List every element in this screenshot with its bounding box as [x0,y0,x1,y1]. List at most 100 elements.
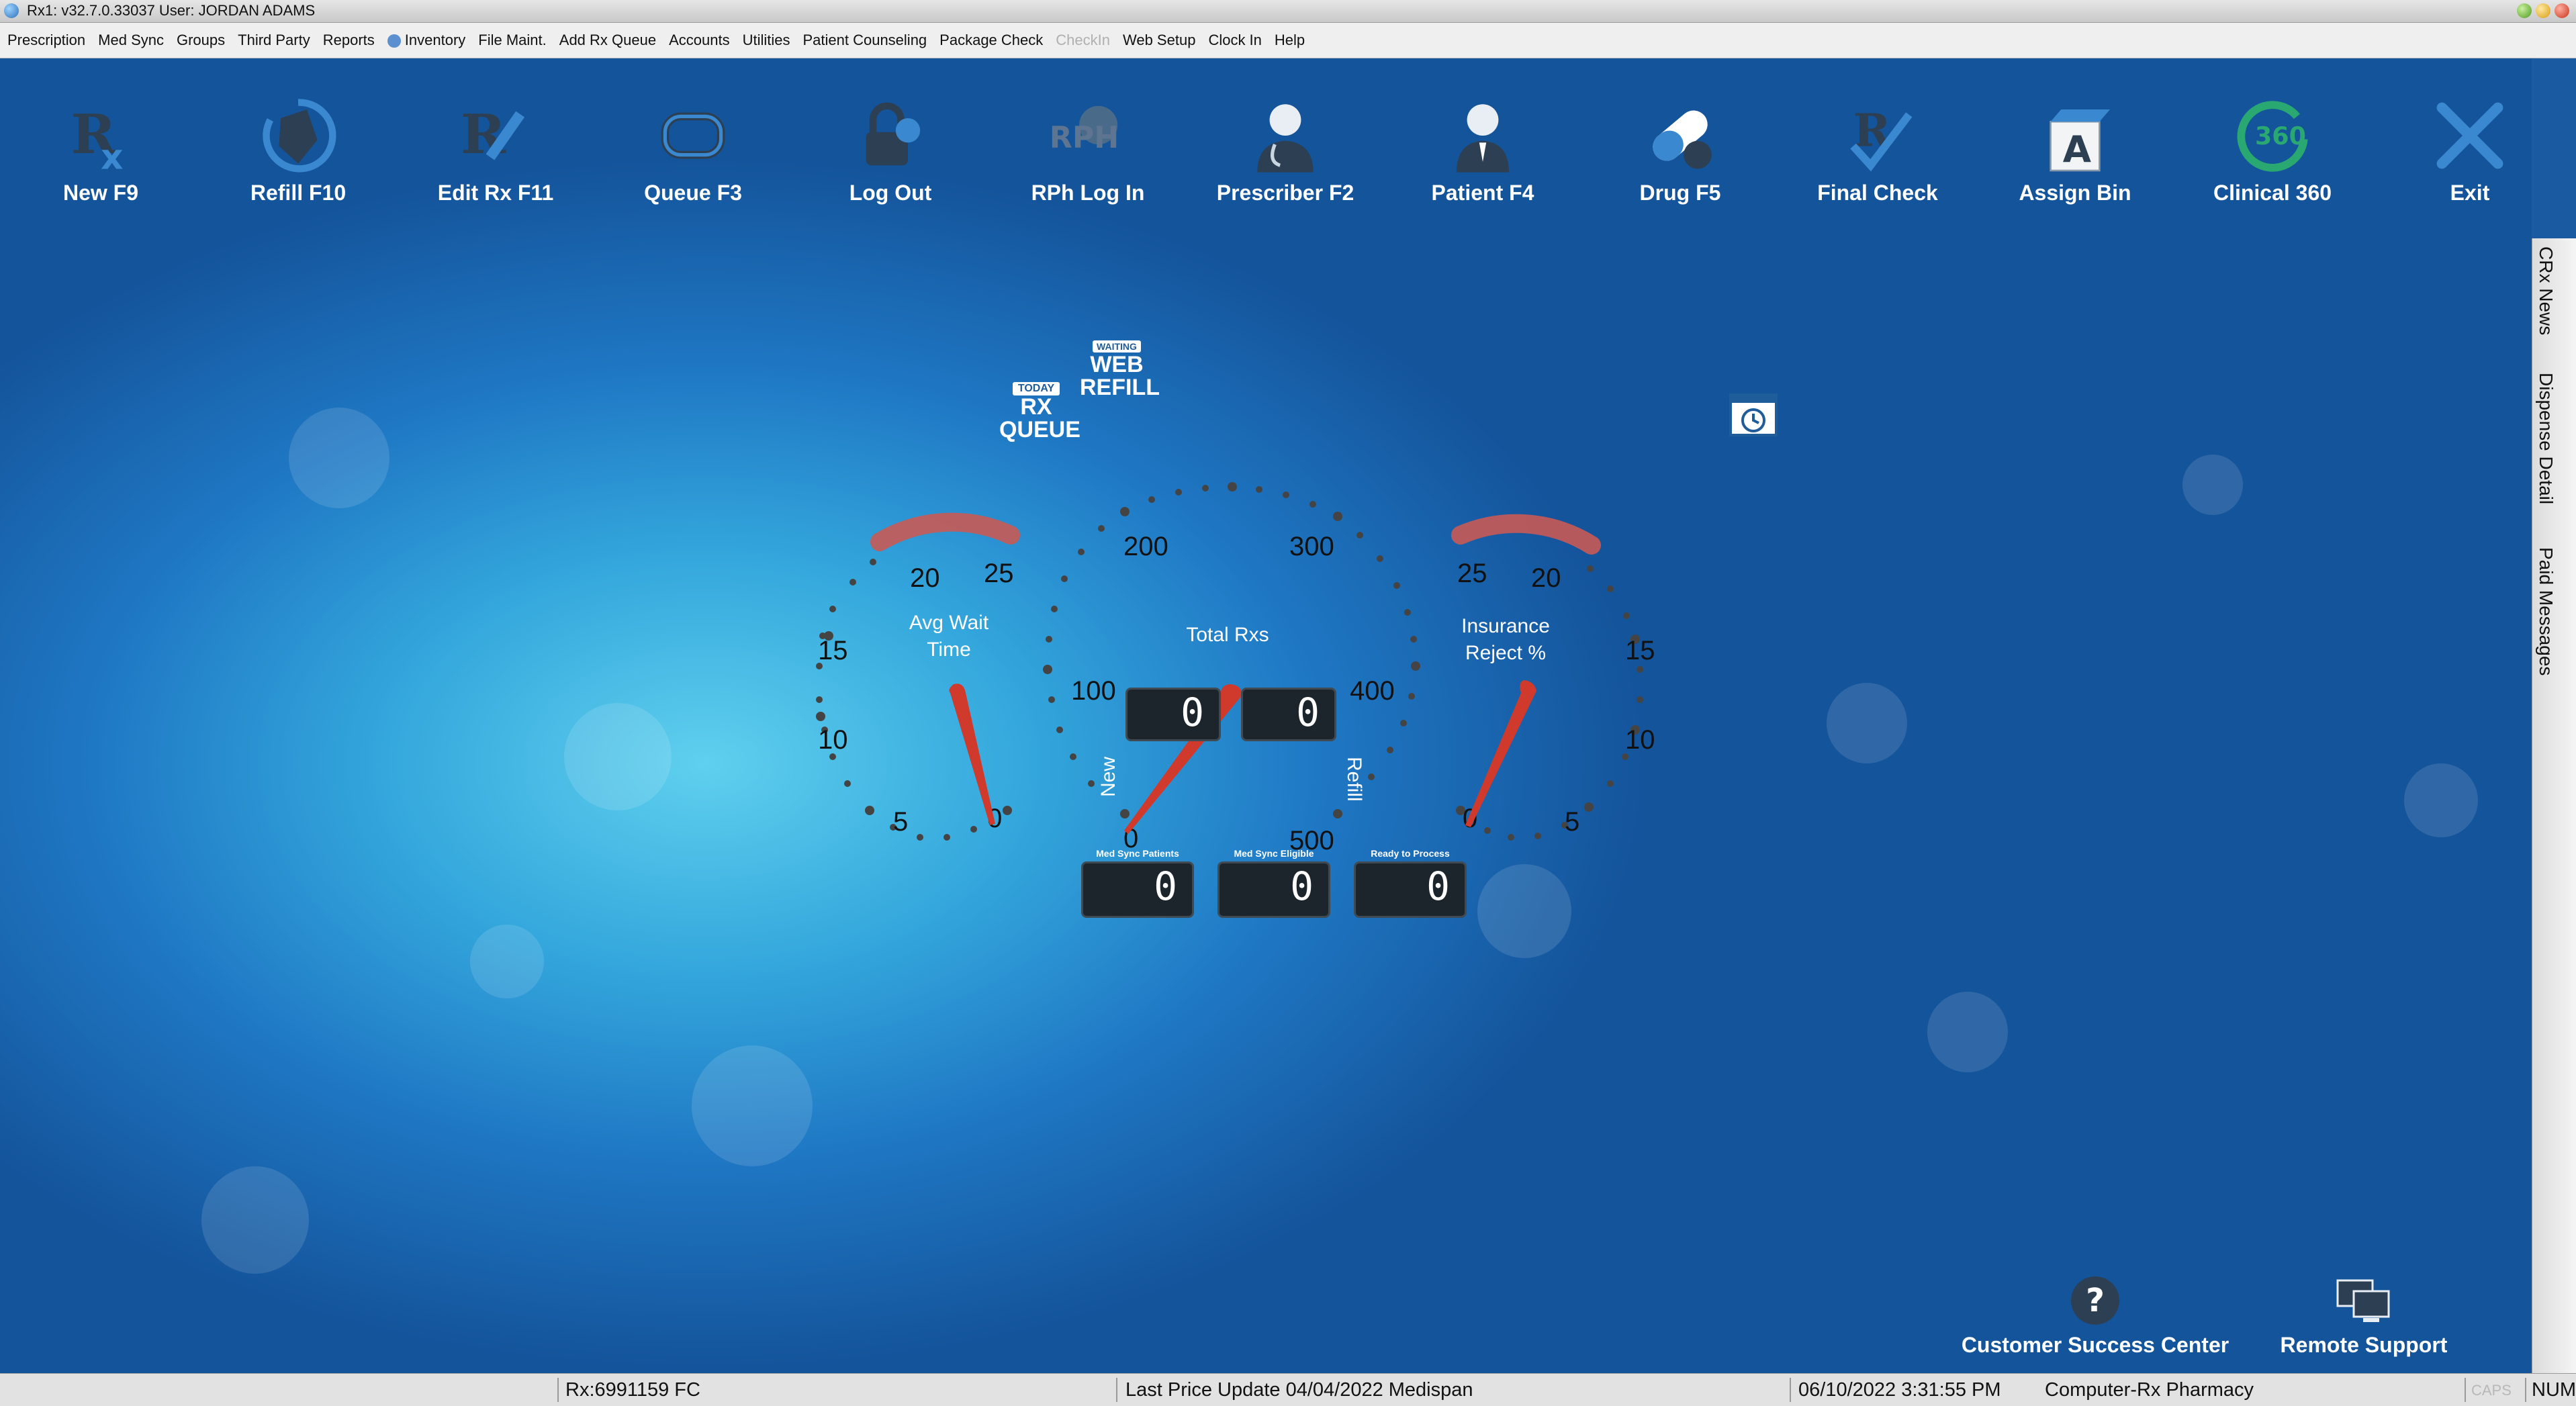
med-sync-patients-display[interactable]: 0 [1081,861,1194,918]
insurance-tick-5: 5 [1565,807,1579,837]
menu-groups[interactable]: Groups [177,32,225,49]
bokeh-light [692,1045,813,1166]
new-rx-icon: R x [71,103,124,177]
prescriber-button[interactable]: Prescriber F2 [1205,92,1366,205]
exit-button[interactable]: Exit [2389,92,2532,205]
svg-text:RPH: RPH [1050,121,1119,155]
insurance-tick-20: 20 [1531,563,1561,593]
avg-wait-tick-20: 20 [910,563,940,593]
title-bar: Rx1: v32.7.0.33037 User: JORDAN ADAMS [0,0,2576,23]
tab-paid-messages[interactable]: Paid Messages [2535,547,2557,675]
menu-file-maint[interactable]: File Maint. [478,32,546,49]
refill-icon [263,99,336,173]
menu-inventory-label: Inventory [404,32,466,48]
final-check-icon: R [1850,104,1913,172]
pill-icon [1653,110,1712,169]
dashboard-desktop: R x New F9 Refill F10 R Edit Rx F11 Queu… [0,58,2532,1373]
menu-patient-counseling[interactable]: Patient Counseling [802,32,927,49]
clinical-360-button[interactable]: 360 Clinical 360 [2192,92,2353,205]
web-refill-line1: WEB [1090,352,1144,377]
menu-prescription[interactable]: Prescription [7,32,85,49]
web-refill-line2: REFILL [1080,375,1160,400]
bokeh-light [289,408,389,508]
drug-button[interactable]: Drug F5 [1600,92,1761,205]
new-rx-count-display: 0 [1125,688,1221,741]
rph-log-in-label: RPh Log In [1031,181,1145,205]
bin-icon: A [2050,109,2110,172]
total-rxs-tick-200: 200 [1123,532,1168,561]
status-rx-number: Rx:6991159 FC [565,1379,700,1401]
patient-button[interactable]: Patient F4 [1402,92,1563,205]
remote-support-label: Remote Support [2280,1333,2448,1357]
refill-count-label: Refill [1343,757,1365,802]
maximize-icon[interactable] [2536,3,2550,18]
new-rx-button[interactable]: R x New F9 [20,92,181,205]
status-divider [2465,1378,2466,1402]
assign-bin-label: Assign Bin [2019,181,2131,205]
med-sync-eligible-label: Med Sync Eligible [1234,848,1314,859]
tab-dispense-detail[interactable]: Dispense Detail [2535,373,2557,504]
avg-wait-needle [949,684,995,825]
close-icon[interactable] [2555,3,2569,18]
menu-third-party[interactable]: Third Party [238,32,310,49]
customer-success-center-button[interactable]: ? Customer Success Center [1961,1274,2229,1358]
rph-key-icon: RPH [1050,105,1119,155]
insurance-tick-25: 25 [1457,559,1487,588]
refill-count-display: 0 [1241,688,1336,741]
menu-clock-in[interactable]: Clock In [1208,32,1261,49]
avg-wait-tick-10: 10 [818,725,848,755]
remote-monitor-icon [2336,1279,2390,1322]
clinical-360-icon: 360 [2237,101,2308,172]
menu-help[interactable]: Help [1275,32,1305,49]
menu-reports[interactable]: Reports [323,32,375,49]
web-refill-waiting: WAITING [1093,340,1141,353]
svg-text:?: ? [2086,1282,2105,1319]
new-rx-count-value: 0 [1181,690,1204,735]
patient-icon [1457,104,1509,173]
doctor-icon [1257,104,1314,173]
assign-bin-button[interactable]: A Assign Bin [1994,92,2156,205]
menu-package-check[interactable]: Package Check [939,32,1043,49]
rph-log-in-button[interactable]: RPH RPh Log In [1007,92,1168,205]
menu-checkin: CheckIn [1056,32,1110,48]
side-tab-strip: CRx News Dispense Detail Paid Messages [2532,238,2576,1373]
menu-web-setup[interactable]: Web Setup [1123,32,1195,49]
status-divider [1790,1378,1791,1402]
clinical-360-label: Clinical 360 [2213,181,2332,205]
avg-wait-label-1: Avg Wait [909,612,989,634]
queue-button[interactable]: Queue F3 [612,92,774,205]
menu-accounts[interactable]: Accounts [669,32,730,49]
question-icon: ? [2071,1276,2119,1325]
avg-wait-label-2: Time [927,639,971,661]
final-check-label: Final Check [1817,181,1938,205]
rx-queue-badge[interactable]: TODAY RX QUEUE [999,382,1080,441]
bokeh-light [1827,683,1907,763]
edit-rx-button[interactable]: R Edit Rx F11 [415,92,576,205]
schedule-clock-icon[interactable] [1728,389,1779,440]
ready-to-process-display[interactable]: 0 [1354,861,1467,918]
web-refill-badge[interactable]: WAITING WEB REFILL [1080,340,1160,400]
avg-wait-tick-25: 25 [984,559,1014,588]
insurance-label-2: Reject % [1465,642,1546,664]
menu-med-sync[interactable]: Med Sync [98,32,164,49]
status-caps: CAPS [2471,1382,2512,1399]
bokeh-light [2404,763,2478,837]
menu-utilities[interactable]: Utilities [743,32,790,49]
inventory-icon [387,34,401,48]
edit-rx-icon: R [461,103,525,167]
minimize-icon[interactable] [2517,3,2532,18]
total-rxs-tick-400: 400 [1350,676,1395,706]
refill-button[interactable]: Refill F10 [218,92,379,205]
remote-support-button[interactable]: Remote Support [2256,1274,2471,1358]
log-out-label: Log Out [849,181,932,205]
final-check-button[interactable]: R Final Check [1797,92,1958,205]
tab-crx-news[interactable]: CRx News [2535,246,2557,335]
ready-to-process-value: 0 [1426,863,1450,909]
refill-label: Refill F10 [250,181,347,205]
med-sync-eligible-display[interactable]: 0 [1217,861,1330,918]
menu-add-rx-queue[interactable]: Add Rx Queue [559,32,656,49]
log-out-button[interactable]: Log Out [810,92,971,205]
menu-inventory[interactable]: Inventory [387,32,466,49]
svg-text:x: x [101,137,124,177]
status-price-update: Last Price Update 04/04/2022 Medispan [1125,1379,1473,1401]
